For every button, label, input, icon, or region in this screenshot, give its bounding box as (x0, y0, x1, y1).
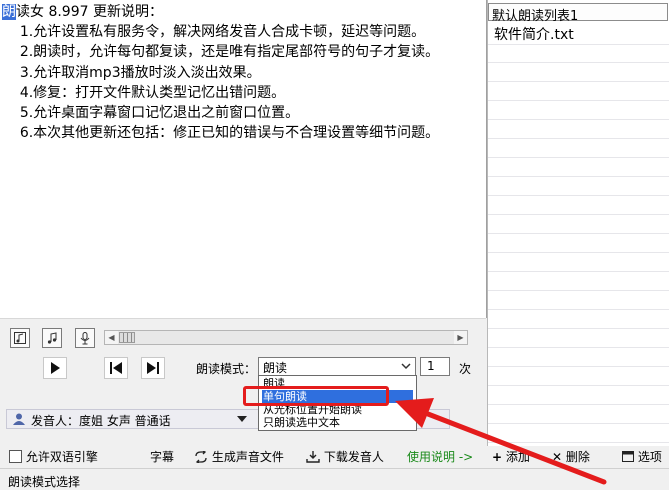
repeat-count-unit: 次 (459, 362, 472, 376)
bilingual-label: 允许双语引擎 (25, 450, 98, 464)
list-row (488, 234, 669, 253)
delete-button[interactable]: ✕ 删除 (552, 448, 590, 466)
music-note-button[interactable] (42, 328, 62, 348)
list-row (488, 44, 669, 63)
list-row (488, 367, 669, 386)
editor-line-6: 5.允许桌面字幕窗口记忆退出之前窗口位置。 (2, 105, 300, 122)
speaker-label: 发音人：度姐 女声 普通话 (31, 414, 171, 428)
plus-icon: + (492, 450, 503, 464)
options-label: 选项 (637, 450, 662, 464)
microphone-icon (80, 332, 90, 345)
list-row (488, 82, 669, 101)
music-file-icon (14, 332, 26, 344)
list-row (488, 348, 669, 367)
editor-line-3: 2.朗读时，允许每句都复读，还是唯有指定尾部符号的句子才复读。 (2, 44, 440, 61)
generate-audio-label: 生成声音文件 (211, 450, 284, 464)
list-row (488, 405, 669, 424)
microphone-button[interactable] (75, 328, 95, 348)
list-row (488, 158, 669, 177)
generate-audio-button[interactable]: 生成声音文件 (194, 448, 284, 466)
progress-scrollbar[interactable]: ◀ ▶ (104, 330, 468, 345)
skip-back-icon (110, 362, 122, 374)
next-button[interactable] (141, 357, 165, 379)
triangle-down-icon[interactable] (237, 416, 247, 423)
download-speaker-button[interactable]: 下载发音人 (306, 448, 384, 466)
status-text: 朗读模式选择 (8, 475, 81, 489)
list-row (488, 253, 669, 272)
editor-line-7: 6.本次其他更新还包括：修正已知的错误与不合理设置等细节问题。 (2, 125, 440, 142)
repeat-count-input[interactable]: 1 (420, 357, 450, 376)
list-row (488, 101, 669, 120)
user-icon (13, 413, 25, 425)
loop-icon (195, 450, 207, 464)
list-row (488, 215, 669, 234)
play-button[interactable] (43, 357, 67, 379)
options-button[interactable]: 选项 (622, 448, 662, 466)
list-row (488, 139, 669, 158)
playlist-item-file[interactable]: 软件简介.txt (494, 24, 574, 44)
list-row (488, 120, 669, 139)
window-icon (622, 451, 634, 462)
reading-mode-value: 朗读 (263, 361, 288, 375)
list-row (488, 291, 669, 310)
subtitle-button[interactable]: 字幕 (150, 448, 174, 466)
download-icon (306, 451, 320, 463)
help-link[interactable]: 使用说明 -> (407, 448, 473, 466)
download-speaker-label: 下载发音人 (323, 450, 384, 464)
play-icon (51, 362, 60, 374)
status-bar: 朗读模式选择 (0, 468, 669, 490)
scroll-thumb[interactable] (119, 332, 135, 343)
bottom-toolbar: 允许双语引擎 字幕 生成声音文件 下载发音人 使用说明 -> + 添加 ✕ 删除… (0, 446, 669, 468)
reading-mode-label: 朗读模式： (196, 362, 257, 376)
editor-line-2: 1.允许设置私有服务令，解决网络发音人合成卡顿，延迟等问题。 (2, 24, 426, 41)
help-link-label: 使用说明 -> (407, 450, 474, 464)
subtitle-label: 字幕 (150, 450, 175, 464)
list-row (488, 63, 669, 82)
delete-label: 删除 (565, 450, 590, 464)
skip-forward-icon (147, 362, 159, 374)
callout-highlight-box (243, 386, 389, 406)
editor-line-4: 3.允许取消mp3播放时淡入淡出效果。 (2, 64, 261, 81)
text-editor[interactable]: 朗读女 8.997 更新说明： 1.允许设置私有服务令，解决网络发音人合成卡顿，… (0, 0, 487, 318)
close-icon: ✕ (552, 450, 563, 464)
selected-text: 朗 (2, 4, 16, 20)
list-row (488, 272, 669, 291)
previous-button[interactable] (104, 357, 128, 379)
playlist-panel: 默认朗读列表1 软件简介.txt (487, 0, 669, 446)
list-row (488, 196, 669, 215)
checkbox-box[interactable] (9, 450, 22, 463)
editor-line-5: 4.修复：打开文件默认类型记忆出错问题。 (2, 84, 286, 101)
scroll-right-arrow[interactable]: ▶ (454, 331, 467, 344)
add-button[interactable]: + 添加 (492, 448, 530, 466)
list-row (488, 310, 669, 329)
music-file-button[interactable] (10, 328, 30, 348)
list-row (488, 424, 669, 443)
chevron-down-icon[interactable] (399, 358, 413, 375)
scroll-left-arrow[interactable]: ◀ (105, 331, 118, 344)
add-label: 添加 (505, 450, 530, 464)
bilingual-checkbox[interactable]: 允许双语引擎 (9, 448, 98, 466)
mode-option-selected-text[interactable]: 只朗读选中文本 (262, 416, 413, 429)
music-note-icon (47, 332, 57, 344)
playlist-header[interactable]: 默认朗读列表1 (488, 3, 668, 24)
reading-mode-select[interactable]: 朗读 (258, 357, 416, 376)
editor-line-1: 读女 8.997 更新说明： (16, 4, 163, 20)
editor-content[interactable]: 朗读女 8.997 更新说明： 1.允许设置私有服务令，解决网络发音人合成卡顿，… (2, 2, 484, 143)
list-row (488, 386, 669, 405)
list-row (488, 329, 669, 348)
list-row (488, 177, 669, 196)
